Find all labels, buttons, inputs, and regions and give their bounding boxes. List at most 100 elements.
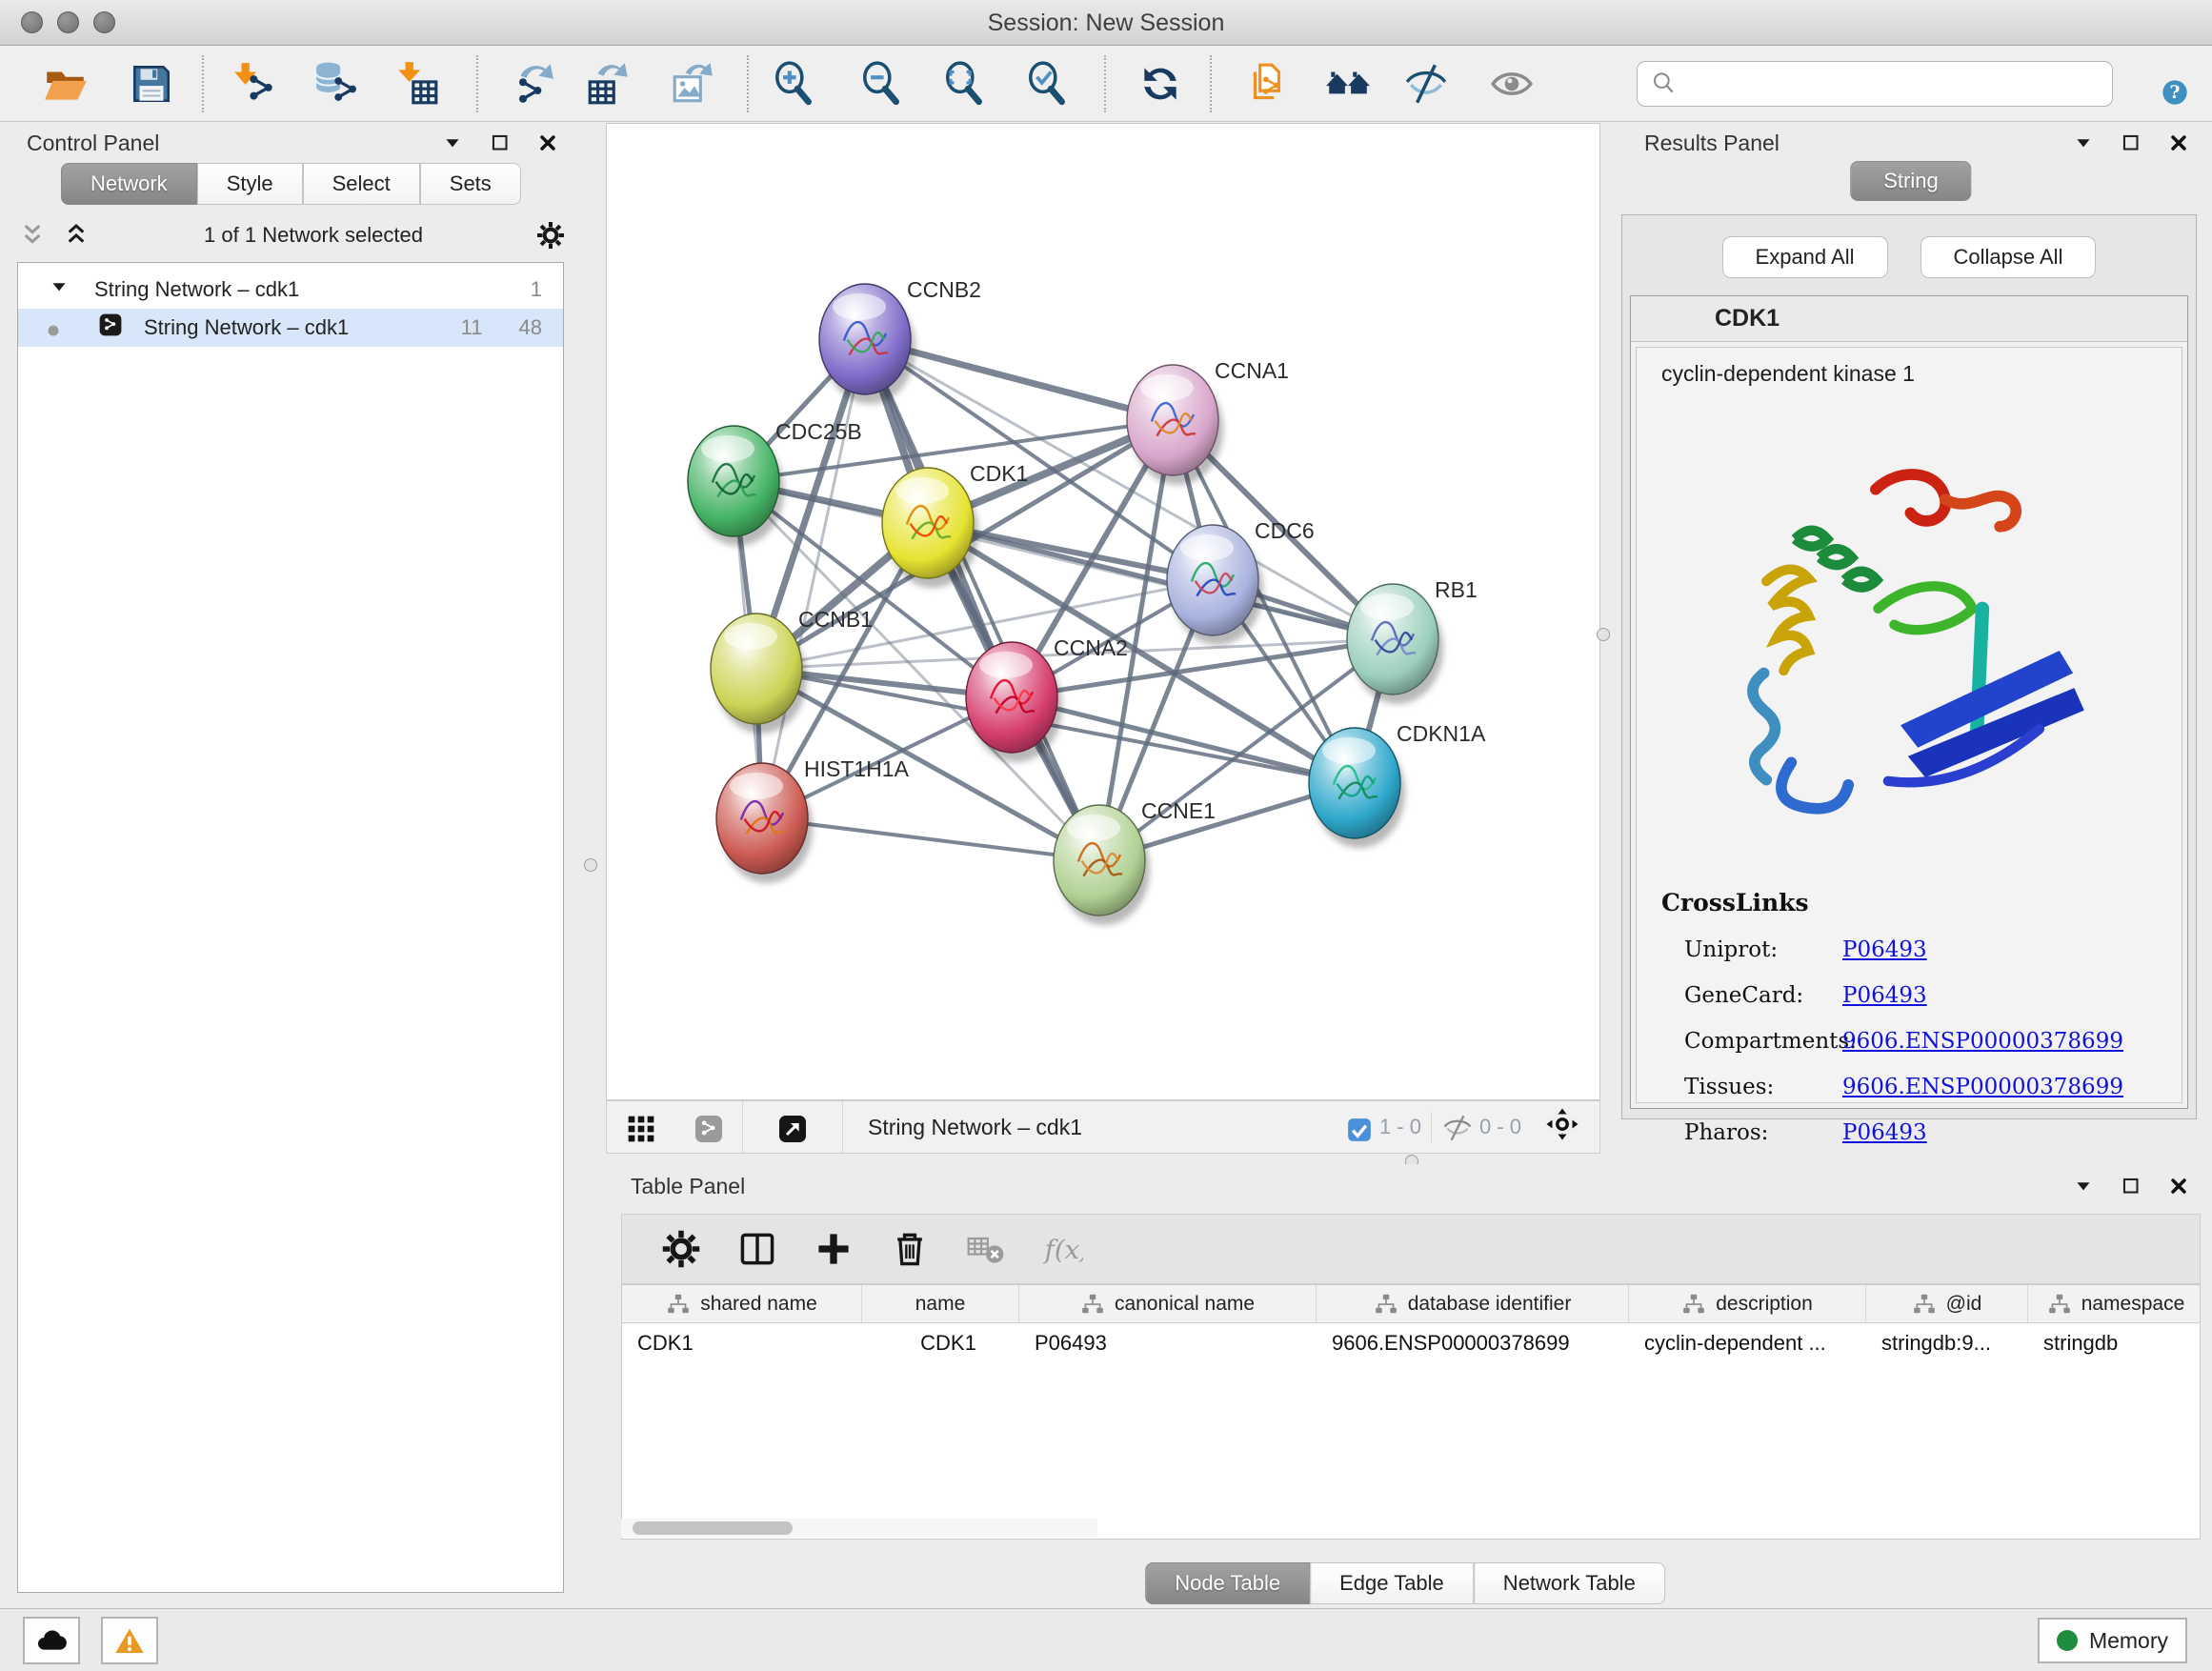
network-edge[interactable] xyxy=(762,818,1099,860)
tab-edge-table[interactable]: Edge Table xyxy=(1310,1562,1474,1604)
network-edge[interactable] xyxy=(762,339,865,818)
export-network-icon xyxy=(509,60,556,108)
table-horizontal-scrollbar[interactable] xyxy=(621,1519,1097,1538)
zoom-in-button[interactable] xyxy=(768,57,821,111)
collapse-all-networks-icon[interactable] xyxy=(17,220,48,251)
network-node-CDC6[interactable] xyxy=(1167,525,1263,645)
tab-string[interactable]: String xyxy=(1850,161,1971,201)
close-panel-icon[interactable] xyxy=(2166,131,2197,161)
expand-all-networks-icon[interactable] xyxy=(61,220,91,251)
float-panel-icon[interactable] xyxy=(488,131,518,161)
crosslink-link[interactable]: 9606.ENSP00000378699 xyxy=(1842,1029,2123,1054)
tab-network-table[interactable]: Network Table xyxy=(1474,1562,1665,1604)
tab-style[interactable]: Style xyxy=(197,163,303,205)
network-view-button[interactable] xyxy=(675,1101,742,1153)
zoom-out-button[interactable] xyxy=(855,57,909,111)
selected-nodes-toggle[interactable] xyxy=(1337,1101,1374,1153)
crosslink-link[interactable]: P06493 xyxy=(1842,937,1927,962)
network-node-RB1[interactable] xyxy=(1347,584,1443,704)
hide-selected-button[interactable] xyxy=(1399,57,1453,111)
right-splitter-handle[interactable] xyxy=(1597,628,1610,641)
column-header-shared-name[interactable]: shared name xyxy=(622,1285,862,1322)
memory-button[interactable]: Memory xyxy=(2038,1618,2187,1663)
zoom-selected-button[interactable] xyxy=(1021,57,1075,111)
network-options-gear-icon[interactable] xyxy=(535,220,566,251)
close-panel-icon[interactable] xyxy=(535,131,566,161)
left-splitter-handle[interactable] xyxy=(584,858,597,872)
zoom-fit-button[interactable] xyxy=(938,57,992,111)
add-column-icon[interactable] xyxy=(813,1228,855,1270)
refresh-button[interactable] xyxy=(1134,57,1187,111)
split-columns-icon[interactable] xyxy=(736,1228,778,1270)
show-all-button[interactable] xyxy=(1485,57,1538,111)
network-snapshot-button[interactable] xyxy=(1241,57,1295,111)
fit-selected-button[interactable] xyxy=(1531,1101,1599,1153)
expand-all-button[interactable]: Expand All xyxy=(1722,236,1888,278)
network-node-CCNB1[interactable] xyxy=(711,614,807,734)
table-cell[interactable]: stringdb xyxy=(2028,1323,2201,1367)
network-node-CCNE1[interactable] xyxy=(1054,805,1150,925)
network-canvas[interactable]: CCNB2 CCNA1 CDC25B CDK1 CDC6 xyxy=(606,123,1600,1100)
save-button[interactable] xyxy=(125,57,178,111)
tab-select[interactable]: Select xyxy=(303,163,420,205)
gear-icon[interactable] xyxy=(660,1228,702,1270)
column-header-canonical-name[interactable]: canonical name xyxy=(1019,1285,1317,1322)
import-network-button[interactable] xyxy=(228,57,281,111)
float-panel-icon[interactable] xyxy=(2119,1174,2149,1204)
open-folder-button[interactable] xyxy=(39,57,92,111)
crosslink-link[interactable]: 9606.ENSP00000378699 xyxy=(1842,1075,2123,1099)
cloud-status-button[interactable] xyxy=(23,1617,80,1664)
first-neighbors-button[interactable] xyxy=(1321,57,1375,111)
network-node-CDK1[interactable] xyxy=(882,468,978,588)
export-table-button[interactable] xyxy=(581,57,634,111)
table-cell[interactable]: P06493 xyxy=(1019,1323,1317,1367)
column-header-database-identifier[interactable]: database identifier xyxy=(1317,1285,1629,1322)
network-collection-row[interactable]: String Network – cdk1 1 xyxy=(18,271,563,309)
protein-structure-image xyxy=(1665,462,2161,872)
collapse-entry-icon[interactable] xyxy=(1631,304,1661,334)
tab-node-table[interactable]: Node Table xyxy=(1145,1562,1310,1604)
table-cell[interactable]: stringdb:9... xyxy=(1866,1323,2028,1367)
network-node-CDKN1A[interactable] xyxy=(1309,728,1405,848)
function-builder-icon[interactable]: f(x) xyxy=(1041,1228,1083,1270)
crosslink-link[interactable]: P06493 xyxy=(1842,983,1927,1008)
network-node-CCNA1[interactable] xyxy=(1127,365,1223,485)
delete-table-icon[interactable] xyxy=(965,1228,1007,1270)
gene-header[interactable]: CDK1 xyxy=(1631,296,2187,342)
column-header-namespace[interactable]: namespace xyxy=(2028,1285,2201,1322)
panel-menu-icon[interactable] xyxy=(2071,131,2101,161)
help-button[interactable]: ? xyxy=(2151,59,2199,109)
network-node-CCNB2[interactable] xyxy=(819,284,915,404)
network-row[interactable]: String Network – cdk1 11 48 xyxy=(18,309,563,347)
tab-sets[interactable]: Sets xyxy=(420,163,521,205)
panel-menu-icon[interactable] xyxy=(2071,1174,2101,1204)
warnings-button[interactable] xyxy=(101,1617,158,1664)
search-input[interactable] xyxy=(1679,65,2112,103)
float-panel-icon[interactable] xyxy=(2119,131,2149,161)
export-image-button[interactable] xyxy=(667,57,720,111)
delete-column-icon[interactable] xyxy=(889,1228,931,1270)
network-node-HIST1H1A[interactable] xyxy=(716,763,813,883)
table-cell[interactable]: cyclin-dependent ... xyxy=(1629,1323,1866,1367)
column-header-name[interactable]: name xyxy=(862,1285,1019,1322)
detach-view-button[interactable] xyxy=(743,1101,842,1153)
hidden-nodes-toggle[interactable] xyxy=(1432,1101,1474,1153)
collection-expander-icon[interactable] xyxy=(47,274,77,305)
table-cell[interactable]: CDK1 xyxy=(622,1323,862,1367)
table-cell[interactable]: CDK1 xyxy=(862,1323,1019,1367)
crosslink-link[interactable]: P06493 xyxy=(1842,1120,1927,1145)
tab-network[interactable]: Network xyxy=(61,163,197,205)
import-table-button[interactable] xyxy=(391,57,444,111)
network-graph[interactable]: CCNB2 CCNA1 CDC25B CDK1 CDC6 xyxy=(607,124,1599,1099)
close-panel-icon[interactable] xyxy=(2166,1174,2197,1204)
column-header-@id[interactable]: @id xyxy=(1866,1285,2028,1322)
grid-view-button[interactable] xyxy=(607,1101,675,1153)
import-database-button[interactable] xyxy=(311,57,364,111)
column-header-description[interactable]: description xyxy=(1629,1285,1866,1322)
network-node-CCNA2[interactable] xyxy=(966,642,1062,762)
export-network-button[interactable] xyxy=(506,57,559,111)
network-edge[interactable] xyxy=(865,339,1099,860)
panel-menu-icon[interactable] xyxy=(440,131,471,161)
collapse-all-button[interactable]: Collapse All xyxy=(1920,236,2097,278)
table-cell[interactable]: 9606.ENSP00000378699 xyxy=(1317,1323,1629,1367)
